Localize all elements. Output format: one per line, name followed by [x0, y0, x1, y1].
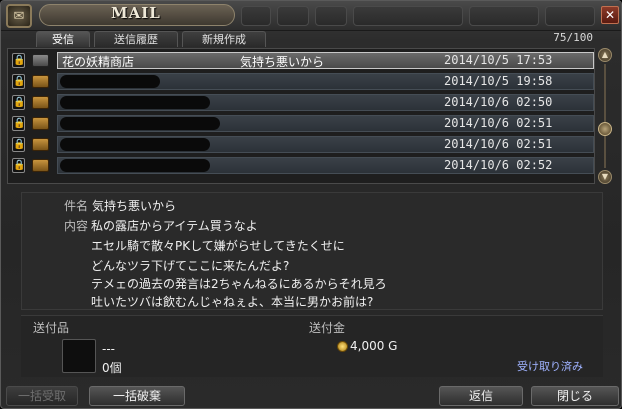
mail-date: 2014/10/6 02:50 — [444, 95, 553, 109]
mail-row[interactable]: 🔒 2014/10/6 02:51 — [8, 135, 596, 154]
mail-list: 🔒 花の妖精商店 気持ち悪いから 2014/10/5 17:53 🔒 2014/… — [7, 48, 595, 184]
item-slot[interactable] — [62, 339, 96, 373]
scroll-down-icon[interactable]: ▼ — [598, 170, 612, 184]
mail-date: 2014/10/6 02:51 — [444, 116, 553, 130]
window-title: MAIL — [111, 4, 161, 22]
mail-row[interactable]: 🔒 2014/10/6 02:52 — [8, 156, 596, 175]
title-ornament — [469, 6, 539, 26]
mail-row[interactable]: 🔒 2014/10/5 19:58 — [8, 72, 596, 91]
lock-icon: 🔒 — [12, 158, 26, 173]
tab-compose[interactable]: 新規作成 — [182, 31, 266, 47]
redacted-sender — [60, 138, 210, 151]
tab-sent-history[interactable]: 送信履歴 — [94, 31, 178, 47]
mail-date: 2014/10/5 17:53 — [444, 53, 553, 67]
received-status: 受け取り済み — [517, 360, 583, 373]
mail-row[interactable]: 🔒 2014/10/6 02:50 — [8, 93, 596, 112]
package-icon — [32, 54, 49, 67]
title-ornament — [353, 6, 463, 26]
subject-label: 件名 — [64, 199, 89, 213]
lock-icon: 🔒 — [12, 116, 26, 131]
item-label: 送付品 — [33, 321, 70, 335]
lock-icon: 🔒 — [12, 95, 26, 110]
gold-coin-icon — [337, 341, 348, 352]
item-name: --- — [102, 342, 115, 356]
close-icon[interactable]: ✕ — [601, 6, 619, 24]
tab-inbox[interactable]: 受信 — [36, 31, 90, 47]
content-label: 内容 — [64, 219, 89, 233]
mail-window: ✉ MAIL ✕ 受信 送信履歴 新規作成 75/100 🔒 花の妖精商店 気持… — [0, 0, 622, 409]
mail-subject: 気持ち悪いから — [240, 55, 325, 69]
bulk-delete-button[interactable]: 一括破棄 — [89, 386, 185, 406]
envelope-icon: ✉ — [6, 4, 32, 28]
body-line: テメェの過去の発言は2ちゃんねるにあるからそれ見ろ — [91, 277, 387, 291]
lock-icon: 🔒 — [12, 53, 26, 68]
item-count: 0個 — [102, 361, 122, 375]
mail-row[interactable]: 🔒 花の妖精商店 気持ち悪いから 2014/10/5 17:53 — [8, 51, 596, 70]
mail-sender: 花の妖精商店 — [62, 55, 135, 69]
package-icon — [32, 138, 49, 151]
lock-icon: 🔒 — [12, 74, 26, 89]
scroll-track[interactable] — [604, 64, 606, 168]
package-icon — [32, 96, 49, 109]
mail-date: 2014/10/6 02:52 — [444, 158, 553, 172]
gold-amount: 4,000 G — [350, 339, 398, 353]
body-line: エセル騎で散々PKして嫌がらせしてきたくせに — [91, 239, 345, 253]
body-line: どんなツラ下げてここに来たんだよ? — [91, 259, 290, 273]
title-bar[interactable]: ✉ MAIL ✕ — [1, 1, 621, 31]
reply-button[interactable]: 返信 — [439, 386, 523, 406]
mail-count: 75/100 — [553, 31, 593, 44]
package-icon — [32, 117, 49, 130]
body-line: 私の露店からアイテム買うなよ — [91, 219, 258, 233]
mail-date: 2014/10/5 19:58 — [444, 74, 553, 88]
package-icon — [32, 159, 49, 172]
redacted-sender — [60, 96, 210, 109]
title-ornament — [241, 6, 271, 26]
scroll-up-icon[interactable]: ▲ — [598, 48, 612, 62]
title-ornament — [315, 6, 347, 26]
title-ornament — [277, 6, 309, 26]
bulk-receive-button[interactable]: 一括受取 — [6, 386, 78, 406]
gold-label: 送付金 — [309, 321, 346, 335]
scroll-thumb[interactable] — [598, 122, 612, 136]
mail-row[interactable]: 🔒 2014/10/6 02:51 — [8, 114, 596, 133]
redacted-sender — [60, 75, 160, 88]
body-line: 吐いたツバは飲むんじゃねぇよ、本当に男かお前は? — [91, 295, 374, 309]
close-button[interactable]: 閉じる — [531, 386, 619, 406]
title-ornament — [545, 6, 595, 26]
lock-icon: 🔒 — [12, 137, 26, 152]
redacted-sender — [60, 117, 220, 130]
redacted-sender — [60, 159, 210, 172]
package-icon — [32, 75, 49, 88]
detail-subject: 気持ち悪いから — [92, 199, 177, 213]
mail-date: 2014/10/6 02:51 — [444, 137, 553, 151]
mail-list-scrollbar[interactable]: ▲ ▼ — [598, 48, 612, 184]
